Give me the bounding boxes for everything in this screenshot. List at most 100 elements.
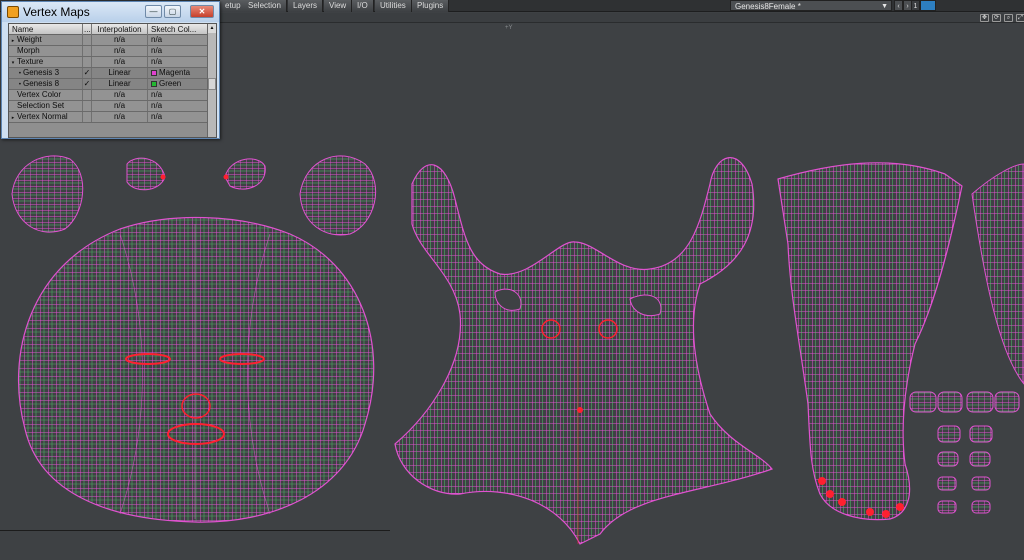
row-sketch-color[interactable]: n/a — [148, 112, 208, 122]
row-name-label: Texture — [17, 57, 44, 66]
row-sketch-label: Green — [159, 79, 182, 88]
tab-view[interactable]: View — [324, 0, 353, 12]
close-button[interactable]: ✕ — [190, 5, 214, 18]
row-name: Vertex Color — [9, 90, 83, 100]
row-interpolation[interactable]: n/a — [92, 57, 148, 67]
row-name: ▾ Texture — [9, 57, 83, 67]
row-name: Morph — [9, 46, 83, 56]
tab-io[interactable]: I/O — [352, 0, 374, 12]
row-name: • Genesis 8 — [9, 79, 83, 89]
scroll-thumb[interactable] — [208, 78, 216, 90]
table-row[interactable]: • Genesis 8 ✓ Linear Green — [9, 79, 208, 90]
scene-dropdown[interactable]: Genesis8Female * ▼ — [730, 0, 892, 11]
row-name: ▸ Vertex Normal — [9, 112, 83, 122]
row-sketch-color[interactable]: n/a — [148, 90, 208, 100]
row-interpolation[interactable]: n/a — [92, 101, 148, 111]
vertex-maps-table: Name ... Interpolation Sketch Col... ▸ We… — [8, 23, 217, 138]
maximize-view-icon[interactable]: ⤢ — [1016, 14, 1024, 22]
row-sketch-label: n/a — [151, 57, 163, 66]
row-interpolation[interactable]: n/a — [92, 90, 148, 100]
window-title: Vertex Maps — [23, 5, 90, 19]
tab-utilities[interactable]: Utilities — [375, 0, 412, 12]
table-row[interactable]: ▾ Texture n/a n/a — [9, 57, 208, 68]
row-sketch-color[interactable]: Green — [148, 79, 208, 89]
row-check[interactable] — [83, 90, 92, 100]
zoom-view-icon[interactable]: ⌕ — [1004, 14, 1013, 22]
minimize-button[interactable]: — — [145, 5, 162, 18]
maximize-button[interactable]: ▢ — [164, 5, 181, 18]
row-interpolation[interactable]: Linear — [92, 68, 148, 78]
row-name-label: Vertex Color — [17, 90, 62, 99]
col-sketch-color[interactable]: Sketch Col... — [148, 24, 208, 35]
tab-selection[interactable]: Selection — [243, 0, 287, 12]
row-sketch-label: Magenta — [159, 68, 191, 77]
color-swatch — [151, 81, 157, 87]
vertex-maps-window[interactable]: Vertex Maps — ▢ ✕ Name ... Interpolation… — [1, 1, 220, 139]
row-sketch-label: n/a — [151, 112, 163, 121]
tab-plugins[interactable]: Plugins — [412, 0, 450, 12]
row-sketch-color[interactable]: n/a — [148, 35, 208, 45]
row-sketch-color[interactable]: n/a — [148, 46, 208, 56]
table-row[interactable]: • Genesis 3 ✓ Linear Magenta — [9, 68, 208, 79]
row-sketch-color[interactable]: Magenta — [148, 68, 208, 78]
col-interpolation[interactable]: Interpolation — [92, 24, 148, 35]
row-interpolation[interactable]: n/a — [92, 46, 148, 56]
row-name-label: Morph — [17, 46, 40, 55]
color-swatch — [151, 70, 157, 76]
chevron-down-icon: ▼ — [881, 3, 888, 10]
row-name-label: Selection Set — [17, 101, 65, 110]
tab-layers[interactable]: Layers — [288, 0, 324, 12]
table-row[interactable]: ▸ Weight n/a n/a — [9, 35, 208, 46]
row-name: ▸ Weight — [9, 35, 83, 45]
expand-arrow-icon[interactable]: ▸ — [9, 36, 17, 45]
uv-island-leg-2[interactable] — [971, 163, 1024, 385]
row-check[interactable] — [83, 46, 92, 56]
expand-arrow-icon[interactable]: ▾ — [9, 58, 17, 67]
scene-name: Genesis8Female * — [735, 2, 801, 11]
row-sketch-color[interactable]: n/a — [148, 57, 208, 67]
uv-island-leg[interactable] — [777, 162, 963, 521]
uv-island-torso[interactable] — [394, 157, 773, 545]
row-sketch-label: n/a — [151, 90, 163, 99]
vertical-scrollbar[interactable]: ▲ — [207, 24, 216, 137]
col-dots[interactable]: ... — [83, 24, 92, 35]
row-name-label: Weight — [17, 35, 42, 44]
row-sketch-label: n/a — [151, 35, 163, 44]
table-header: Name ... Interpolation Sketch Col... — [9, 24, 208, 35]
row-check[interactable] — [83, 35, 92, 45]
child-bullet-icon: • — [18, 82, 21, 88]
col-name[interactable]: Name — [9, 24, 83, 35]
uv-island-head[interactable] — [18, 216, 375, 523]
row-sketch-color[interactable]: n/a — [148, 101, 208, 111]
row-sketch-label: n/a — [151, 101, 163, 110]
row-name-label: Genesis 3 — [23, 68, 60, 77]
row-interpolation[interactable]: Linear — [92, 79, 148, 89]
prev-layer-button[interactable]: ‹ — [894, 0, 903, 11]
move-view-icon[interactable]: ✥ — [980, 14, 989, 22]
row-check[interactable] — [83, 57, 92, 67]
current-layer-indicator[interactable] — [920, 0, 936, 11]
row-sketch-label: n/a — [151, 46, 163, 55]
table-row[interactable]: Selection Set n/a n/a — [9, 101, 208, 112]
table-row[interactable]: Vertex Color n/a n/a — [9, 90, 208, 101]
row-check[interactable] — [83, 112, 92, 122]
row-interpolation[interactable]: n/a — [92, 35, 148, 45]
row-name-label: Vertex Normal — [17, 112, 68, 121]
app-icon — [7, 6, 19, 18]
rotate-view-icon[interactable]: ⟳ — [992, 14, 1001, 22]
row-check[interactable]: ✓ — [83, 79, 92, 89]
uv-island-small-parts[interactable] — [909, 391, 1020, 514]
layer-number[interactable]: 1 — [911, 0, 920, 11]
scroll-up-icon[interactable]: ▲ — [208, 24, 216, 33]
row-name-label: Genesis 8 — [23, 79, 60, 88]
viewport-divider — [0, 530, 390, 531]
expand-arrow-icon[interactable]: ▸ — [9, 113, 17, 122]
child-bullet-icon: • — [18, 71, 21, 77]
row-interpolation[interactable]: n/a — [92, 112, 148, 122]
table-row[interactable]: Morph n/a n/a — [9, 46, 208, 57]
table-row[interactable]: ▸ Vertex Normal n/a n/a — [9, 112, 208, 123]
row-name: • Genesis 3 — [9, 68, 83, 78]
row-check[interactable] — [83, 101, 92, 111]
row-check[interactable]: ✓ — [83, 68, 92, 78]
window-titlebar[interactable]: Vertex Maps — ▢ ✕ — [2, 2, 219, 22]
